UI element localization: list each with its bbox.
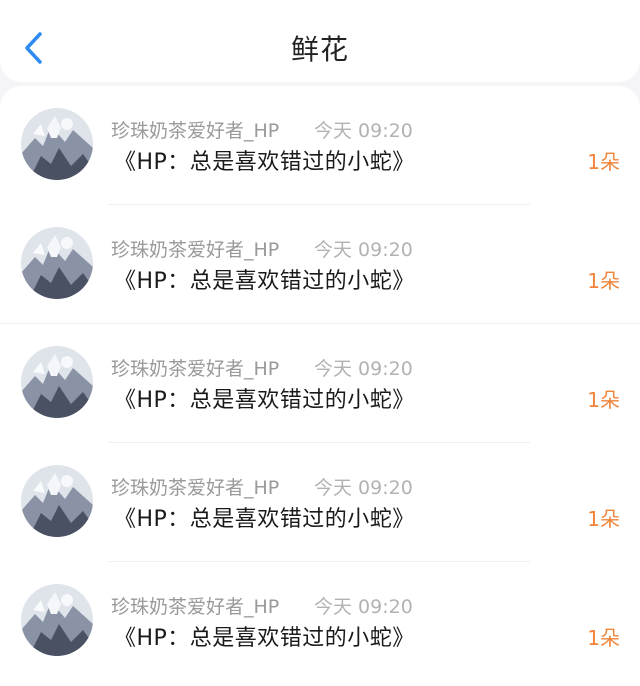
flower-row[interactable]: 珍珠奶茶爱好者_HP 今天 09:20 《HP：总是喜欢错过的小蛇》 1朵 [0, 324, 640, 443]
user-avatar[interactable] [21, 227, 93, 299]
book-title[interactable]: 《HP：总是喜欢错过的小蛇》 [114, 501, 415, 533]
flower-count: 1朵 [587, 507, 620, 531]
flower-row[interactable]: 珍珠奶茶爱好者_HP 今天 09:20 《HP：总是喜欢错过的小蛇》 1朵 [0, 205, 640, 324]
timestamp: 今天 09:20 [314, 120, 413, 142]
username[interactable]: 珍珠奶茶爱好者_HP [111, 354, 279, 381]
flower-list: 珍珠奶茶爱好者_HP 今天 09:20 《HP：总是喜欢错过的小蛇》 1朵 珍珠… [0, 86, 640, 686]
top-bar: 鲜花 [0, 0, 640, 82]
flower-row[interactable]: 珍珠奶茶爱好者_HP 今天 09:20 《HP：总是喜欢错过的小蛇》 1朵 [0, 562, 640, 681]
username[interactable]: 珍珠奶茶爱好者_HP [111, 116, 279, 143]
book-title[interactable]: 《HP：总是喜欢错过的小蛇》 [114, 263, 415, 295]
book-title[interactable]: 《HP：总是喜欢错过的小蛇》 [114, 382, 415, 414]
flower-count: 1朵 [587, 150, 620, 174]
user-avatar[interactable] [21, 465, 93, 537]
page-title: 鲜花 [290, 33, 349, 66]
flower-count: 1朵 [587, 269, 620, 293]
timestamp: 今天 09:20 [314, 477, 413, 499]
username[interactable]: 珍珠奶茶爱好者_HP [111, 592, 279, 619]
flower-count: 1朵 [587, 388, 620, 412]
username[interactable]: 珍珠奶茶爱好者_HP [111, 235, 279, 262]
book-title[interactable]: 《HP：总是喜欢错过的小蛇》 [114, 144, 415, 176]
user-avatar[interactable] [21, 108, 93, 180]
timestamp: 今天 09:20 [314, 596, 413, 618]
user-avatar[interactable] [21, 584, 93, 656]
user-avatar[interactable] [21, 346, 93, 418]
book-title[interactable]: 《HP：总是喜欢错过的小蛇》 [114, 620, 415, 652]
flower-row[interactable]: 珍珠奶茶爱好者_HP 今天 09:20 《HP：总是喜欢错过的小蛇》 1朵 [0, 86, 640, 205]
timestamp: 今天 09:20 [314, 239, 413, 261]
username[interactable]: 珍珠奶茶爱好者_HP [111, 473, 279, 500]
flower-count: 1朵 [587, 626, 620, 650]
flower-row[interactable]: 珍珠奶茶爱好者_HP 今天 09:20 《HP：总是喜欢错过的小蛇》 1朵 [0, 443, 640, 562]
timestamp: 今天 09:20 [314, 358, 413, 380]
